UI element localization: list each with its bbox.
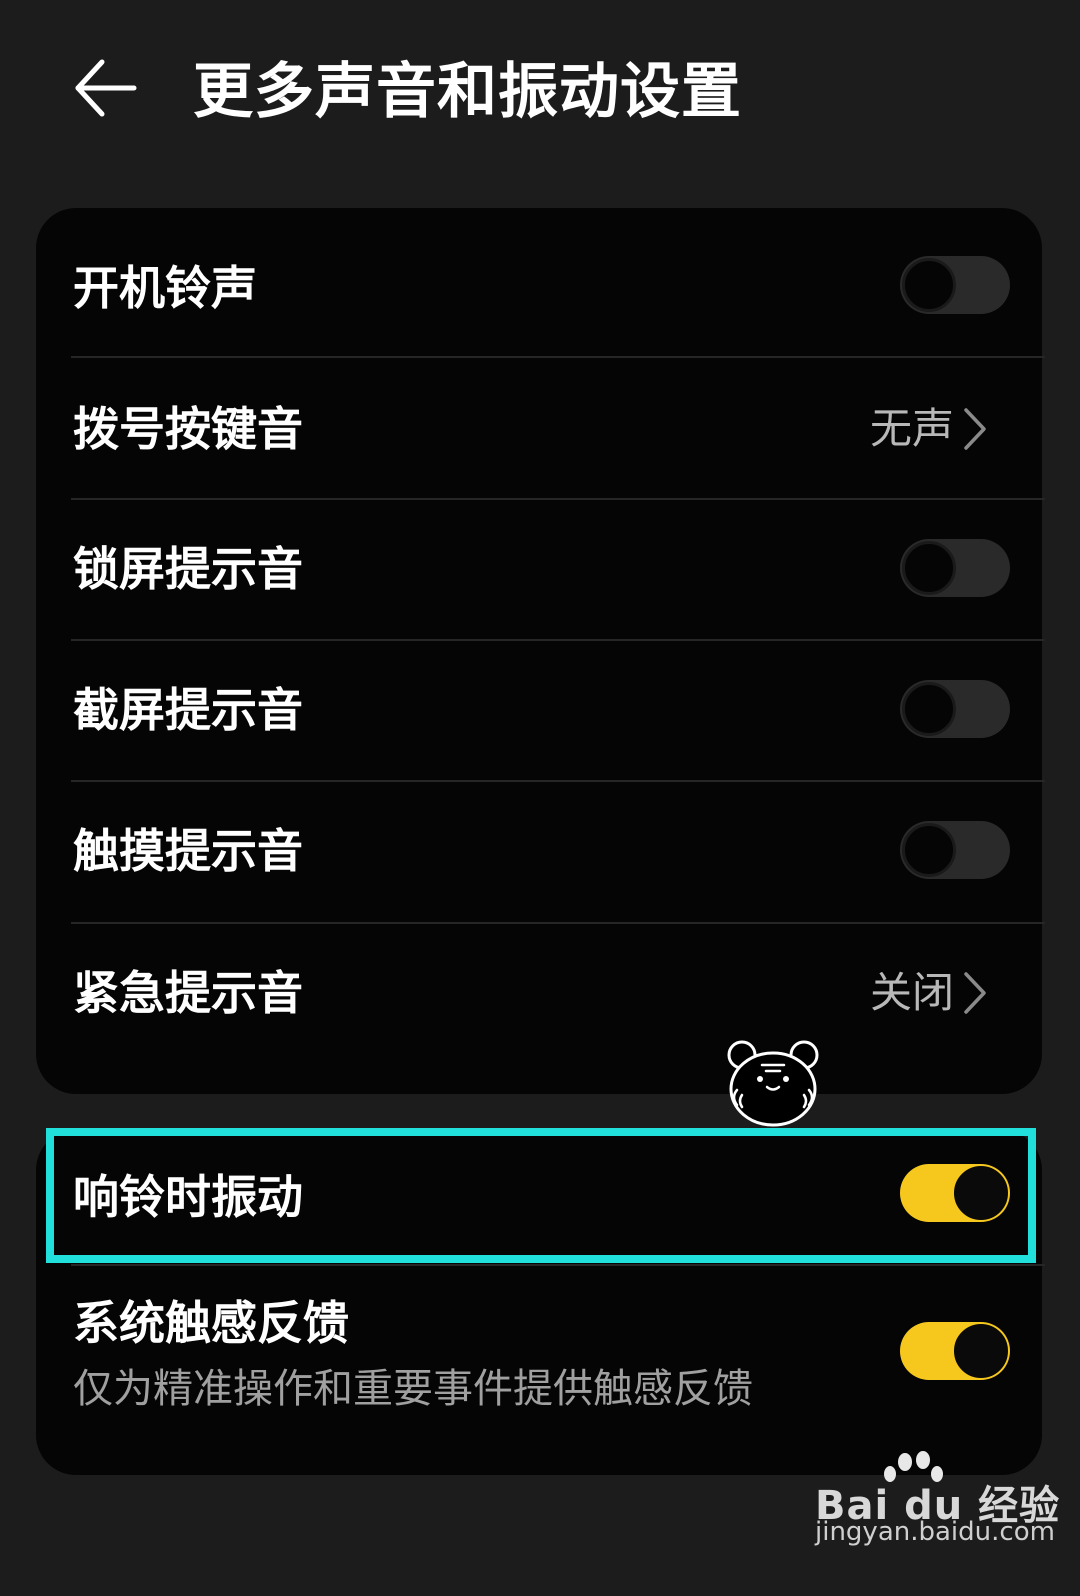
setting-row-lock-screen-sound[interactable]: 锁屏提示音	[36, 499, 1042, 640]
sound-settings-card: 开机铃声 拨号按键音 无声 锁屏提示音 截屏提示音 触摸提示音 紧急提示音 关闭	[36, 208, 1045, 1094]
setting-value: 无声	[869, 404, 954, 453]
setting-label: 响铃时振动	[73, 1170, 303, 1224]
setting-value: 关闭	[869, 968, 954, 1017]
setting-label: 拨号按键音	[73, 402, 303, 456]
toggle-knob	[954, 1324, 1008, 1378]
screenshot-sound-toggle[interactable]	[900, 680, 1010, 738]
lock-screen-sound-toggle[interactable]	[900, 539, 1010, 597]
setting-label: 锁屏提示音	[73, 542, 303, 596]
setting-label: 开机铃声	[73, 261, 257, 315]
toggle-knob	[954, 1166, 1008, 1220]
toggle-knob	[902, 682, 956, 736]
setting-label: 触摸提示音	[73, 824, 303, 878]
toggle-knob	[902, 541, 956, 595]
touch-sound-toggle[interactable]	[900, 821, 1010, 879]
header-bar: 更多声音和振动设置	[0, 0, 1080, 180]
setting-row-emergency-alert-sound[interactable]: 紧急提示音 关闭	[36, 923, 1042, 1073]
cartoon-sticker-icon	[727, 1040, 819, 1127]
setting-label: 截屏提示音	[73, 683, 303, 737]
setting-subtitle: 仅为精准操作和重要事件提供触感反馈	[73, 1366, 753, 1412]
setting-row-vibrate-on-ring[interactable]: 响铃时振动	[36, 1130, 1042, 1264]
setting-row-screenshot-sound[interactable]: 截屏提示音	[36, 640, 1042, 781]
page-title: 更多声音和振动设置	[193, 57, 742, 127]
vibrate-on-ring-toggle[interactable]	[900, 1164, 1010, 1222]
setting-row-touch-sound[interactable]: 触摸提示音	[36, 781, 1042, 922]
toggle-knob	[902, 823, 956, 877]
setting-row-startup-ringtone[interactable]: 开机铃声	[36, 208, 1042, 357]
arrow-left-icon	[75, 59, 137, 117]
setting-label: 紧急提示音	[73, 966, 303, 1020]
setting-row-dial-pad-tone[interactable]: 拨号按键音 无声	[36, 357, 1042, 498]
startup-ringtone-toggle[interactable]	[900, 256, 1010, 314]
system-haptics-toggle[interactable]	[900, 1322, 1010, 1380]
setting-label: 系统触感反馈	[73, 1296, 349, 1350]
setting-row-system-haptics[interactable]: 系统触感反馈 仅为精准操作和重要事件提供触感反馈	[36, 1265, 1042, 1475]
back-button[interactable]	[70, 52, 150, 132]
toggle-knob	[902, 258, 956, 312]
vibration-settings-card: 响铃时振动 系统触感反馈 仅为精准操作和重要事件提供触感反馈	[36, 1130, 1045, 1475]
watermark-url: jingyan.baidu.com	[815, 1517, 1055, 1547]
chevron-right-icon	[964, 972, 986, 1014]
chevron-right-icon	[964, 408, 986, 450]
